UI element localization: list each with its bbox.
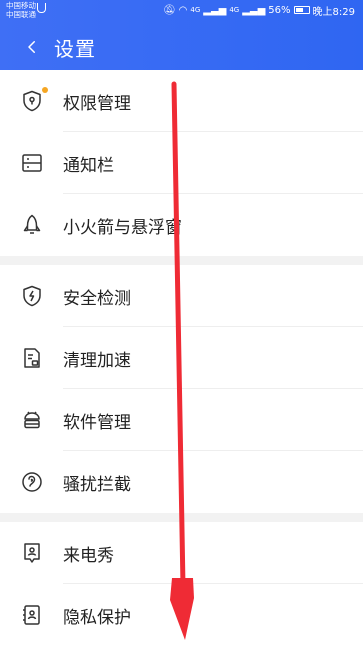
caller-show-icon: [20, 541, 44, 565]
shield-lock-icon: [20, 89, 44, 113]
settings-item-label: 骚扰拦截: [63, 475, 131, 495]
section-divider: [0, 513, 363, 522]
settings-item-permissions[interactable]: 权限管理: [0, 70, 363, 132]
privacy-icon: [20, 603, 44, 627]
settings-item-label: 隐私保护: [63, 608, 131, 628]
section-divider: [0, 256, 363, 265]
battery-icon: [293, 6, 310, 14]
shield-bolt-icon: [20, 284, 44, 308]
android-icon: [20, 408, 44, 432]
status-bar: 中国移动 中国联通 🔕︎ ◠ 4G ▂▃▅ 4G ▂▃▅ 56% 晚上8:29: [0, 0, 363, 22]
settings-item-label: 权限管理: [63, 94, 131, 114]
app-badge-icon: [37, 3, 46, 13]
signal-icon-1: ▂▃▅: [203, 4, 227, 16]
settings-item-security-check[interactable]: 安全检测: [0, 265, 363, 327]
settings-item-clean-speedup[interactable]: 清理加速: [0, 327, 363, 389]
settings-item-label: 软件管理: [63, 413, 131, 433]
status-indicators: 🔕︎ ◠ 4G ▂▃▅ 4G ▂▃▅ 56% 晚上8:29: [162, 3, 355, 18]
notification-bar-icon: [20, 151, 44, 175]
settings-item-notification-bar[interactable]: 通知栏: [0, 132, 363, 194]
back-button[interactable]: [10, 28, 54, 66]
back-arrow-icon: [28, 41, 35, 53]
page-title: 设置: [54, 36, 96, 61]
settings-item-harassment-block[interactable]: 骚扰拦截: [0, 451, 363, 513]
signal-icon-2: ▂▃▅: [242, 4, 266, 16]
clock: 晚上8:29: [312, 6, 355, 18]
settings-item-software-manager[interactable]: 软件管理: [0, 389, 363, 451]
settings-list: 权限管理 通知栏 小火箭与悬浮窗 安全检测 清理加速 软件管理 骚扰拦截 来电秀…: [0, 70, 363, 646]
carrier-1: 中国移动: [6, 1, 36, 10]
settings-item-label: 来电秀: [63, 546, 114, 566]
battery-percent: 56%: [268, 4, 291, 16]
settings-item-label: 安全检测: [63, 289, 131, 309]
wifi-icon: ◠: [178, 4, 188, 16]
settings-item-caller-show[interactable]: 来电秀: [0, 522, 363, 584]
network-2: 4G: [229, 6, 240, 14]
network-1: 4G: [190, 6, 201, 14]
settings-item-label: 通知栏: [63, 156, 114, 176]
settings-item-label: 清理加速: [63, 351, 131, 371]
settings-item-rocket-float[interactable]: 小火箭与悬浮窗: [0, 194, 363, 256]
header-bar: 中国移动 中国联通 🔕︎ ◠ 4G ▂▃▅ 4G ▂▃▅ 56% 晚上8:29 …: [0, 0, 363, 70]
document-clean-icon: [20, 346, 44, 370]
settings-item-privacy[interactable]: 隐私保护: [0, 584, 363, 646]
rocket-icon: [20, 213, 44, 237]
carrier-2: 中国联通: [6, 10, 36, 19]
settings-item-label: 小火箭与悬浮窗: [63, 218, 182, 238]
mute-icon: 🔕︎: [162, 4, 176, 16]
new-badge-dot: [42, 87, 48, 93]
title-row: 设置: [0, 28, 363, 66]
ear-block-icon: [20, 470, 44, 494]
carrier-info: 中国移动 中国联通: [6, 1, 36, 19]
